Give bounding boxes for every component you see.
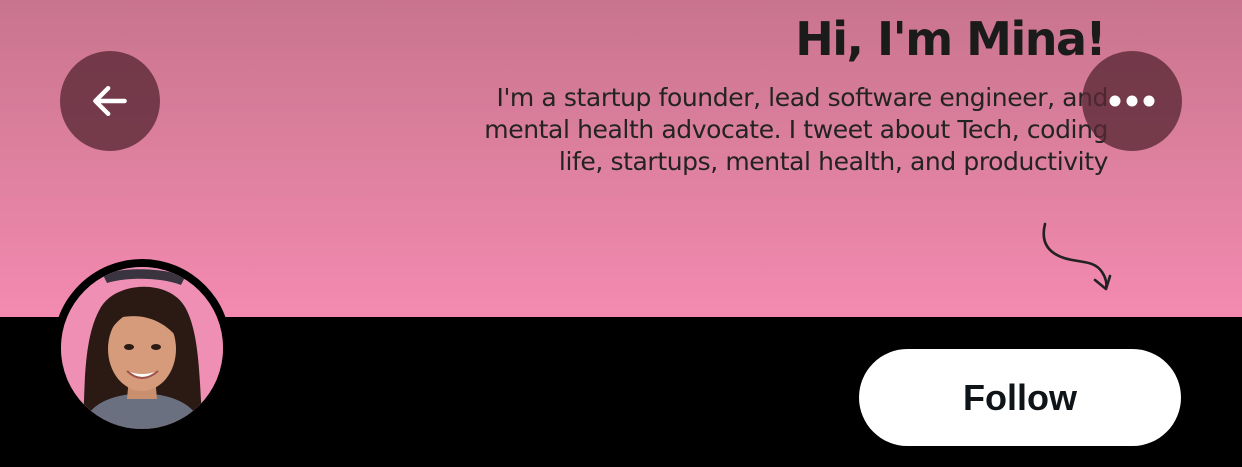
avatar[interactable]	[61, 267, 223, 429]
banner-headline: Hi, I'm Mina!	[795, 12, 1106, 66]
curved-arrow-doodle-icon	[1042, 222, 1112, 291]
follow-button[interactable]: Follow	[859, 349, 1181, 446]
back-button[interactable]	[60, 51, 160, 151]
avatar-photo	[61, 267, 223, 429]
more-horizontal-icon	[1109, 95, 1155, 107]
avatar-border	[53, 259, 231, 437]
arrow-left-icon	[93, 85, 127, 117]
more-options-button[interactable]	[1082, 51, 1182, 151]
banner-bio: I'm a startup founder, lead software eng…	[484, 83, 1108, 176]
profile-banner: Hi, I'm Mina! I'm a startup founder, lea…	[0, 0, 1242, 317]
